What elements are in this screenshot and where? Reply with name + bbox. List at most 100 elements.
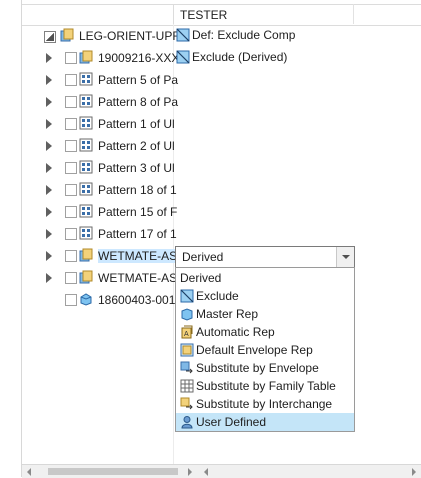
dropdown-option-label: Derived <box>180 271 222 285</box>
tree-root-row[interactable]: LEG-ORIENT-UPR- Def: Exclude Comp <box>22 25 421 47</box>
dropdown-option[interactable]: Substitute by Family Table <box>176 377 354 395</box>
pattern-icon <box>79 138 93 152</box>
row-checkbox[interactable] <box>65 52 77 64</box>
dropdown-option[interactable]: Default Envelope Rep <box>176 341 354 359</box>
pattern-icon <box>79 182 93 196</box>
column-resize-handle-2[interactable] <box>353 4 354 24</box>
exclude-icon <box>176 50 190 64</box>
chevron-down-icon[interactable] <box>336 247 354 267</box>
tree-row[interactable]: Pattern 18 of 1 <box>22 179 421 201</box>
row-checkbox[interactable] <box>65 162 77 174</box>
automatic-rep-icon: A <box>181 325 193 339</box>
assembly-icon <box>79 270 93 284</box>
row-checkbox[interactable] <box>65 96 77 108</box>
row-checkbox[interactable] <box>65 206 77 218</box>
expand-arrow-icon[interactable] <box>46 53 52 63</box>
assembly-icon <box>79 50 93 64</box>
row-checkbox[interactable] <box>65 184 77 196</box>
tree-row[interactable]: Pattern 15 of F <box>22 201 421 223</box>
tester-column-header[interactable]: TESTER <box>180 8 227 22</box>
tree-row-name: Pattern 8 of Pa <box>98 95 179 109</box>
tree-row[interactable]: Pattern 2 of Ul <box>22 135 421 157</box>
dropdown-option-label: User Defined <box>196 415 267 429</box>
user-defined-icon <box>181 416 193 429</box>
dropdown-option[interactable]: Derived <box>176 269 354 287</box>
tree-row-name: Pattern 2 of Ul <box>98 139 175 153</box>
pattern-icon <box>79 160 93 174</box>
expand-arrow-icon[interactable] <box>46 97 52 107</box>
exclude-icon <box>180 289 194 303</box>
tree-row[interactable]: Pattern 5 of Pa <box>22 69 421 91</box>
scroll-left-arrow-2[interactable] <box>204 468 208 476</box>
tree-row-name: Pattern 15 of F <box>98 205 178 219</box>
tester-rep-combobox[interactable]: Derived <box>175 246 355 268</box>
pattern-icon <box>79 94 93 108</box>
model-tree-panel: TESTER LEG-ORIENT-UPR- Def: Exclude Comp… <box>0 0 421 478</box>
dropdown-option-label: Master Rep <box>196 307 259 321</box>
row-checkbox[interactable] <box>65 294 77 306</box>
tree-row-value[interactable]: Exclude (Derived) <box>176 50 287 64</box>
column-resize-handle[interactable] <box>173 4 174 24</box>
dropdown-option-label: Automatic Rep <box>196 325 275 339</box>
part-icon <box>80 293 92 306</box>
interchange-icon <box>180 397 193 410</box>
rep-dropdown-menu: Derived Exclude Master Rep A Automatic Rep De… <box>175 267 355 432</box>
tree-row-name: Pattern 5 of Pa <box>98 73 179 87</box>
row-checkbox[interactable] <box>65 228 77 240</box>
tree-row[interactable]: Pattern 17 of 1 <box>22 223 421 245</box>
tree-row-name: Pattern 3 of Ul <box>98 161 175 175</box>
substitute-envelope-icon <box>180 361 193 374</box>
scroll-left-arrow[interactable] <box>27 468 31 476</box>
dropdown-option[interactable]: Substitute by Envelope <box>176 359 354 377</box>
scroll-right-arrow-2[interactable] <box>412 468 416 476</box>
expand-arrow-icon[interactable] <box>46 163 52 173</box>
dropdown-option[interactable]: Master Rep <box>176 305 354 323</box>
expand-arrow-icon[interactable] <box>46 229 52 239</box>
tree-row[interactable]: 19009216-XXX Exclude (Derived) <box>22 47 421 69</box>
tree-row[interactable]: Pattern 3 of Ul <box>22 157 421 179</box>
family-table-icon <box>180 379 194 393</box>
dropdown-option-label: Default Envelope Rep <box>196 343 313 357</box>
row-checkbox[interactable] <box>65 272 77 284</box>
pattern-icon <box>79 226 93 240</box>
expand-arrow-icon[interactable] <box>46 251 52 261</box>
pattern-icon <box>79 204 93 218</box>
master-rep-icon <box>181 308 193 321</box>
tree-row[interactable]: Pattern 8 of Pa <box>22 91 421 113</box>
expand-arrow-icon[interactable] <box>46 75 52 85</box>
tree-row-name: Pattern 17 of 1 <box>98 227 177 241</box>
dropdown-option[interactable]: Exclude <box>176 287 354 305</box>
dropdown-option[interactable]: A Automatic Rep <box>176 323 354 341</box>
expand-arrow-icon[interactable] <box>46 207 52 217</box>
root-checkbox[interactable] <box>44 31 56 43</box>
row-checkbox[interactable] <box>65 140 77 152</box>
exclude-icon <box>176 28 190 42</box>
tree-root-value-text: Def: Exclude Comp <box>192 28 296 42</box>
pattern-icon <box>79 116 93 130</box>
row-checkbox[interactable] <box>65 250 77 262</box>
scroll-right-arrow[interactable] <box>188 468 192 476</box>
envelope-rep-icon <box>180 343 194 357</box>
expand-arrow-icon[interactable] <box>46 141 52 151</box>
expand-arrow-icon[interactable] <box>46 273 52 283</box>
row-checkbox[interactable] <box>65 118 77 130</box>
tree-root-value[interactable]: Def: Exclude Comp <box>176 28 295 42</box>
dropdown-option-label: Substitute by Interchange <box>196 397 333 411</box>
dropdown-option[interactable]: User Defined <box>176 413 354 431</box>
scroll-thumb[interactable] <box>48 468 178 475</box>
assembly-icon <box>60 28 74 42</box>
horizontal-scrollbar[interactable] <box>22 464 421 478</box>
dropdown-option-label: Substitute by Envelope <box>196 361 319 375</box>
dropdown-option-label: Substitute by Family Table <box>196 379 336 393</box>
row-checkbox[interactable] <box>65 74 77 86</box>
expand-arrow-icon[interactable] <box>46 119 52 129</box>
pattern-icon <box>79 72 93 86</box>
dropdown-option[interactable]: Substitute by Interchange <box>176 395 354 413</box>
expand-arrow-icon[interactable] <box>46 185 52 195</box>
tree-row-name: Pattern 18 of 1 <box>98 183 177 197</box>
tree-row-value-text: Exclude (Derived) <box>192 50 288 64</box>
combobox-value: Derived <box>182 250 224 264</box>
tree-row-name: Pattern 1 of Ul <box>98 117 175 131</box>
left-gutter <box>0 0 22 477</box>
tree-row[interactable]: Pattern 1 of Ul <box>22 113 421 135</box>
